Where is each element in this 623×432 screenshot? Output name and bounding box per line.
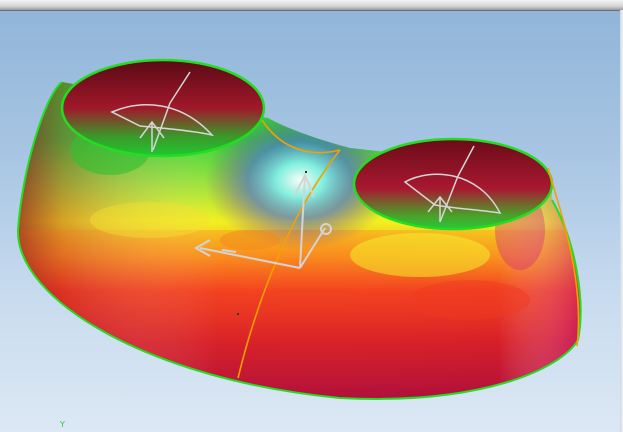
left-opening[interactable]	[60, 58, 266, 158]
graphics-viewport[interactable]: Y	[0, 0, 623, 432]
axis-label-y: Y	[60, 420, 65, 429]
3d-model-render[interactable]	[0, 0, 623, 432]
right-opening[interactable]	[352, 137, 554, 231]
